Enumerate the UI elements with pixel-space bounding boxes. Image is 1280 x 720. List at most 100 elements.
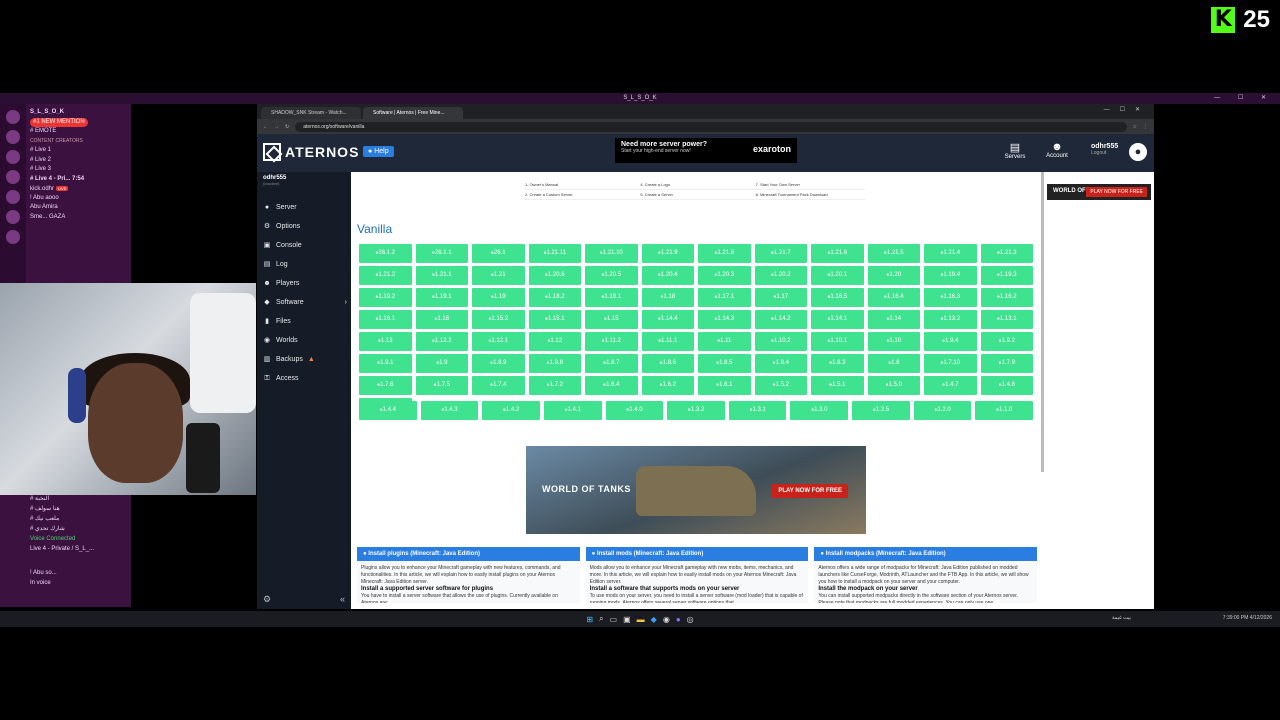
version-button[interactable]: 1.19.1 [415,288,468,307]
version-button[interactable]: 1.19.2 [359,288,412,307]
version-button[interactable]: 1.7.9 [980,354,1033,373]
channel-item[interactable]: # Live 2 [30,156,130,166]
version-button[interactable]: 1.9 [415,354,468,373]
version-button[interactable]: 1.4.0 [605,401,664,420]
version-button[interactable]: 1.16.3 [924,288,977,307]
version-button[interactable]: 1.19 [472,288,525,307]
server-icon[interactable] [6,170,20,184]
settings-icon[interactable]: ⚙ [263,594,271,605]
channel-item[interactable]: # شارك تحدي [30,524,127,534]
version-button[interactable]: 1.13.2 [924,310,977,329]
version-button[interactable]: 1.16.4 [867,288,920,307]
card-plugins[interactable]: ● Install plugins (Minecraft: Java Editi… [357,547,580,603]
version-button[interactable]: 1.8.3 [811,354,864,373]
version-button[interactable]: 1.21.9 [641,244,694,263]
help-button[interactable]: ● Help [363,146,394,157]
version-button[interactable]: 1.4.7 [924,376,977,395]
username[interactable]: odhr555 Logout [1091,143,1118,156]
version-button[interactable]: 1.21.5 [867,244,920,263]
channel-item[interactable]: # هنا سولف [30,504,127,514]
folder-icon[interactable]: ▬ [637,615,645,624]
right-ad-cta[interactable]: PLAY NOW FOR FREE [1086,187,1147,197]
version-button[interactable]: 1.21.6 [811,244,864,263]
channel-mention[interactable]: #1 NEW MENTION [30,117,88,127]
version-button[interactable]: 1.7.6 [359,376,412,395]
version-button[interactable]: 1.21.8 [698,244,751,263]
version-button[interactable]: 1.20.3 [698,266,751,285]
version-button[interactable]: 1.14.4 [641,310,694,329]
browser-window-controls[interactable]: —☐✕ [1104,106,1150,113]
version-button[interactable]: 1.13 [359,332,412,351]
version-button[interactable]: 1.8.5 [698,354,751,373]
version-button[interactable]: 1.15.1 [528,310,581,329]
sidebar-item-access[interactable]: ⚿ Access [257,369,351,388]
sidebar-item-backups[interactable]: ▥ Backups ▲ [257,350,351,369]
version-button[interactable]: 26.1.2 [359,244,412,263]
version-button[interactable]: 26.1 [472,244,525,263]
channel-section[interactable]: CONTENT CREATORS [30,137,130,147]
server-icon[interactable] [6,190,20,204]
version-button[interactable]: 1.8.9 [472,354,525,373]
version-button[interactable]: 1.18.1 [585,288,638,307]
task-view-icon[interactable]: ▭ [610,615,618,624]
window-controls[interactable]: — ☐ ✕ [1214,93,1274,104]
scrollbar[interactable] [1041,172,1044,472]
version-button[interactable]: 1.7.4 [472,376,525,395]
version-button[interactable]: 1.6.2 [641,376,694,395]
version-button[interactable]: 1.3.2 [667,401,725,420]
card-title[interactable]: ● Install plugins (Minecraft: Java Editi… [357,547,580,561]
browser-tab-active[interactable]: Software | Aternos | Free Mine... [363,107,463,119]
version-button[interactable]: 1.14.1 [811,310,864,329]
ad-banner-cta[interactable]: PLAY NOW FOR FREE [772,484,848,498]
version-button[interactable]: 1.8.8 [528,354,581,373]
version-button[interactable]: 1.10.2 [754,332,807,351]
version-button[interactable]: 1.1.0 [975,401,1033,420]
version-button[interactable]: 1.9.2 [980,332,1033,351]
version-button[interactable]: 1.20.5 [585,266,638,285]
ad-link[interactable]: 4. Create a Logo [640,180,749,189]
exaroton-ad[interactable]: Need more server power? Start your high-… [615,138,797,163]
ad-link[interactable]: 7. Start Your Own Server [756,180,865,189]
version-button[interactable]: 1.21.11 [528,244,581,263]
back-icon[interactable]: ← [263,124,268,130]
sidebar-item-log[interactable]: ▤ Log [257,255,351,274]
right-ad[interactable]: WORLD OF TANKS PLAY NOW FOR FREE [1047,184,1151,200]
search-icon[interactable]: ⌕ [599,614,603,624]
version-button[interactable]: 1.9.1 [359,354,412,373]
version-button[interactable]: 1.17.1 [698,288,751,307]
sidebar-item-software[interactable]: ◆ Software › [257,293,351,312]
version-button[interactable]: 1.6.4 [585,376,638,395]
version-button[interactable]: 1.21.2 [359,266,412,285]
voice-user[interactable]: ! Abu aooo [30,194,130,204]
version-button[interactable]: 1.10.1 [811,332,864,351]
sidebar-item-files[interactable]: ▮ Files [257,312,351,331]
version-button[interactable]: 1.4.1 [543,401,602,420]
channel-item[interactable]: # ملعب نيك [30,514,127,524]
version-button[interactable]: 1.10 [867,332,920,351]
app-icon[interactable]: ▣ [623,615,631,624]
version-button[interactable]: 1.20.4 [641,266,694,285]
version-button[interactable]: 1.5.0 [867,376,920,395]
vscode-icon[interactable]: ◆ [651,615,657,624]
channel-item[interactable]: # النخبة [30,494,127,504]
sidebar-item-console[interactable]: ▣ Console [257,236,351,255]
server-icon[interactable] [6,210,20,224]
version-button[interactable]: 1.12.1 [472,332,525,351]
servers-nav[interactable]: ▤ Servers [1000,141,1030,160]
server-icon[interactable] [6,230,20,244]
version-button[interactable]: 1.21.1 [415,266,468,285]
version-button[interactable]: 1.8.4 [754,354,807,373]
version-button[interactable]: 1.12 [528,332,581,351]
account-nav[interactable]: ☻ Account [1042,141,1072,159]
version-button[interactable]: 1.6.1 [698,376,751,395]
star-icon[interactable]: ☆ [1133,124,1137,130]
version-button[interactable]: 1.13.1 [980,310,1033,329]
version-button[interactable]: 1.11.1 [641,332,694,351]
version-button[interactable]: 1.20.1 [811,266,864,285]
version-button[interactable]: 1.12.2 [415,332,468,351]
version-button[interactable]: 26.1.1 [415,244,468,263]
channel-item[interactable]: # EMOTE [30,127,130,137]
server-icon[interactable] [6,110,20,124]
version-button[interactable]: 1.2.5 [852,401,910,420]
browser-tab[interactable]: SHADOW_SNK Stream - Watch... [261,107,361,119]
